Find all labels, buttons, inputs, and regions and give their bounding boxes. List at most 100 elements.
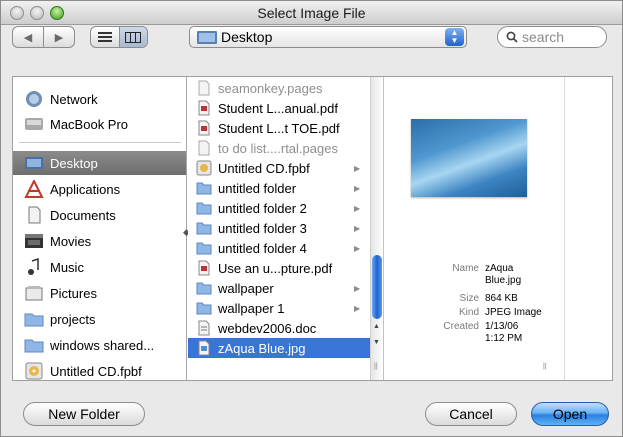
file-dialog-window: Select Image File ◀ ▶ Desktop ▲▼ search [0,0,623,437]
cancel-button[interactable]: Cancel [425,402,517,426]
list-item[interactable]: Student L...anual.pdf [188,98,370,118]
documents-icon [28,206,41,224]
document-icon [198,320,210,336]
scroll-down-arrow-icon[interactable]: ▼ [373,339,380,346]
sidebar-item-untitled-cd[interactable]: Untitled CD.fpbf [13,359,186,383]
info-kind-row: Kind JPEG Image [385,307,563,321]
network-icon [26,91,42,107]
info-name-row: Name zAqua Blue.jpg [385,263,563,289]
sidebar-item-label: MacBook Pro [50,116,129,132]
pdf-icon [198,260,210,276]
sidebar-item-network[interactable]: Network [13,87,186,111]
disclosure-arrow-icon: ▶ [354,183,361,193]
cd-icon [25,362,43,380]
list-item[interactable]: wallpaper 1 ▶ [188,298,370,318]
sidebar-item-music[interactable]: Music [13,255,186,279]
scroll-up-arrow-icon[interactable]: ▲ [373,323,380,330]
info-created-value-line1: 1/13/06 [485,321,519,332]
file-list-scrollbar[interactable]: ▲ ▼ || [370,77,383,380]
location-popup[interactable]: Desktop ▲ ▼ [189,26,467,48]
sidebar-item-label: Documents [50,207,116,223]
document-icon [198,140,210,156]
sidebar-divider [19,142,181,143]
list-item[interactable]: untitled folder 4 ▶ [188,238,370,258]
pdf-icon [198,100,210,116]
sidebar-item-label: Music [50,259,84,275]
sidebar-item-desktop[interactable]: Desktop [13,151,186,175]
info-size-label: Size [459,293,479,304]
sidebar-item-label: Untitled CD.fpbf [50,363,142,379]
image-preview [411,119,527,197]
sidebar-item-label: Applications [50,181,121,197]
disclosure-arrow-icon: ▶ [354,163,361,173]
desktop-icon [25,157,43,169]
applications-icon [24,180,44,198]
disclosure-arrow-icon: ▶ [354,203,361,213]
file-list-column: seamonkey.pages Student L...anual.pdf St… [188,77,384,380]
list-item[interactable]: untitled folder 3 ▶ [188,218,370,238]
folder-icon [196,302,212,315]
list-item[interactable]: to do list....rtal.pages [188,138,370,158]
sidebar-item-documents[interactable]: Documents [13,203,186,227]
document-icon [198,80,210,96]
location-stepper-icon[interactable]: ▲ ▼ [445,28,464,46]
list-item[interactable]: wallpaper ▶ [188,278,370,298]
list-view-icon [97,32,112,42]
column-resize-grip-icon[interactable]: || [374,363,378,370]
info-created-label: Created [443,321,479,332]
info-name-value-line1: zAqua [485,263,514,274]
back-forward-control: ◀ ▶ [12,26,75,48]
folder-icon [24,313,44,327]
sidebar-item-projects[interactable]: projects [13,307,186,331]
list-item[interactable]: seamonkey.pages [188,78,370,98]
info-name-label: Name [452,263,479,274]
search-field[interactable]: search [497,26,607,48]
disclosure-arrow-icon: ▶ [354,223,361,233]
forward-button[interactable]: ▶ [43,27,74,47]
sidebar-item-label: Desktop [50,155,98,171]
list-item[interactable]: webdev2006.doc [188,318,370,338]
file-browser: Network MacBook Pro Desktop Applications… [12,76,613,381]
sidebar-item-applications[interactable]: Applications [13,177,186,201]
list-item[interactable]: Student L...t TOE.pdf [188,118,370,138]
sidebar-item-windows-shared[interactable]: windows shared... [13,333,186,357]
title-bar[interactable]: Select Image File [1,1,622,25]
list-item[interactable]: Use an u...pture.pdf [188,258,370,278]
sidebar-item-label: Network [50,91,98,107]
list-item[interactable]: untitled folder 2 ▶ [188,198,370,218]
pictures-icon [25,286,43,301]
open-button[interactable]: Open [531,402,609,426]
scrollbar-thumb[interactable] [372,255,382,319]
column-resize-grip-icon[interactable]: || [543,363,547,370]
list-item-selected[interactable]: zAqua Blue.jpg [188,338,370,358]
list-item[interactable]: untitled folder ▶ [188,178,370,198]
list-view-button[interactable] [91,27,119,47]
desktop-folder-icon [197,31,217,44]
sidebar: Network MacBook Pro Desktop Applications… [13,77,190,383]
sidebar-item-label: projects [50,311,96,327]
movies-icon [25,234,43,248]
music-icon [28,258,39,275]
empty-column [564,77,612,380]
sidebar-item-macbook-pro[interactable]: MacBook Pro [13,112,186,136]
list-item[interactable]: Untitled CD.fpbf ▶ [188,158,370,178]
location-label: Desktop [221,29,273,45]
disclosure-arrow-icon: ▶ [354,243,361,253]
folder-icon [196,222,212,235]
column-view-icon [125,31,142,43]
folder-icon [196,202,212,215]
image-file-icon [198,340,210,356]
sidebar-item-movies[interactable]: Movies [13,229,186,253]
disclosure-arrow-icon: ▶ [354,303,361,313]
info-kind-label: Kind [458,307,479,318]
new-folder-button[interactable]: New Folder [23,402,145,426]
back-button[interactable]: ◀ [13,27,43,47]
search-placeholder: search [522,29,565,45]
forward-arrow-icon: ▶ [54,31,64,44]
pdf-icon [198,120,210,136]
folder-icon [196,242,212,255]
disclosure-arrow-icon: ▶ [354,283,361,293]
back-arrow-icon: ◀ [23,31,33,44]
sidebar-item-pictures[interactable]: Pictures [13,281,186,305]
column-view-button[interactable] [118,27,147,47]
